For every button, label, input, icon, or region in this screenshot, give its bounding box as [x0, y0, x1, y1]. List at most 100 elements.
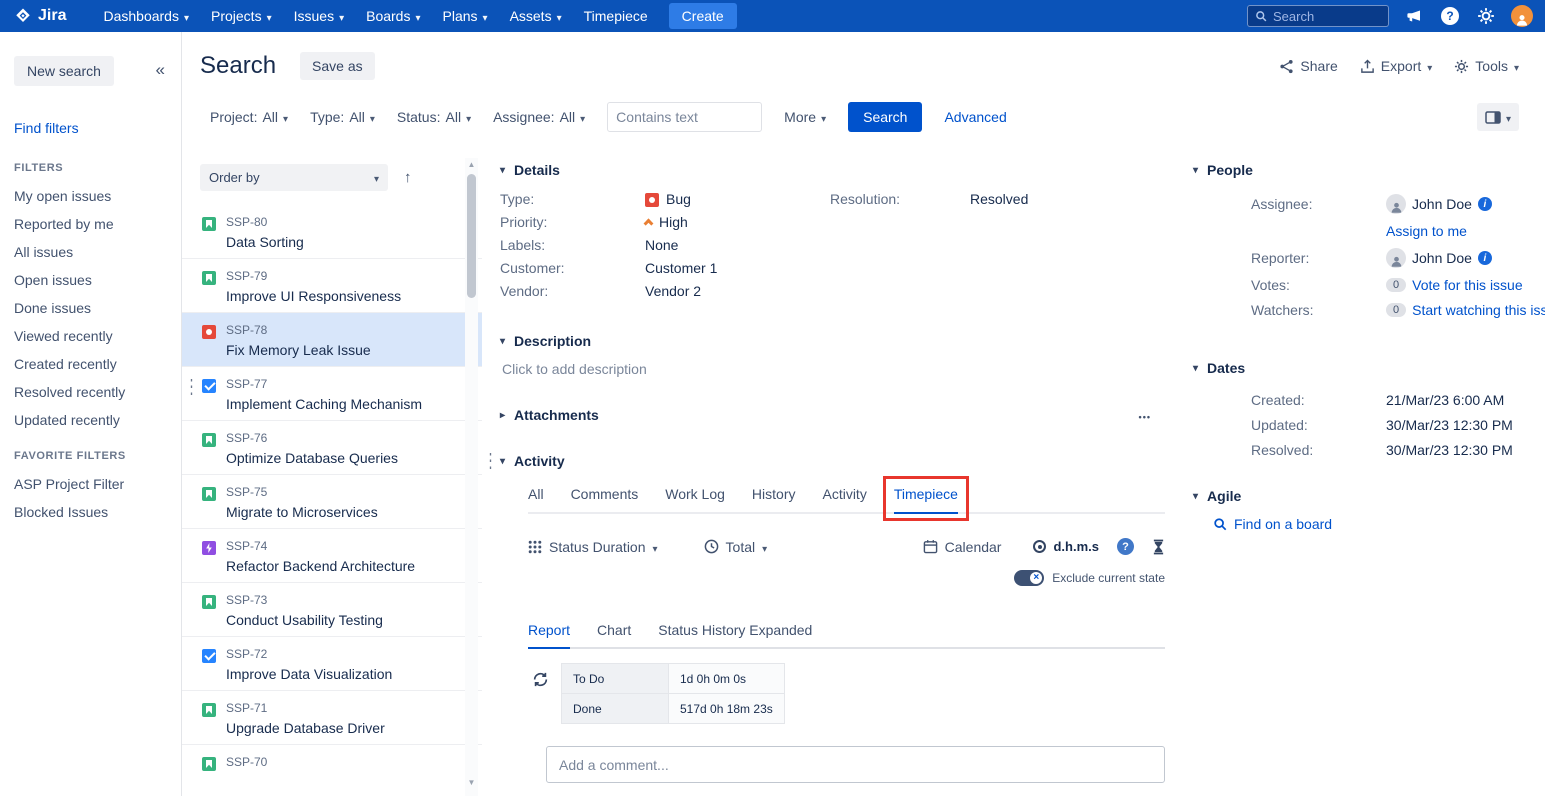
scroll-down-icon[interactable]: ▼: [465, 776, 478, 790]
reporter-name[interactable]: John Doe: [1412, 250, 1472, 266]
type-filter-dropdown[interactable]: Type: All: [310, 109, 375, 125]
total-dropdown[interactable]: Total: [704, 539, 768, 555]
issue-row-ssp-77[interactable]: SSP-77 Implement Caching Mechanism: [182, 367, 482, 421]
drag-handle-icon[interactable]: [484, 449, 497, 473]
sidebar-item-created-recently[interactable]: Created recently: [14, 350, 181, 378]
status-duration-dropdown[interactable]: Status Duration: [528, 539, 658, 555]
issue-row-ssp-72[interactable]: SSP-72 Improve Data Visualization: [182, 637, 482, 691]
sidebar-item-reported-by-me[interactable]: Reported by me: [14, 210, 181, 238]
details-section-header[interactable]: Details: [500, 162, 1165, 178]
drag-handle-icon[interactable]: [185, 375, 198, 399]
view-switcher-button[interactable]: [1477, 103, 1519, 131]
new-search-button[interactable]: New search: [14, 56, 114, 86]
issue-row-ssp-76[interactable]: SSP-76 Optimize Database Queries: [182, 421, 482, 475]
issue-summary: Improve UI Responsiveness: [226, 288, 401, 304]
people-section-header[interactable]: People: [1193, 162, 1545, 178]
announcements-button[interactable]: [1403, 5, 1425, 27]
refresh-icon[interactable]: [532, 671, 549, 688]
people-heading: People: [1207, 162, 1253, 178]
tab-all[interactable]: All: [528, 486, 544, 514]
nav-assets[interactable]: Assets: [499, 0, 573, 32]
comment-input[interactable]: Add a comment...: [546, 746, 1165, 783]
assignee-filter-dropdown[interactable]: Assignee: All: [493, 109, 585, 125]
tab-status-history-expanded[interactable]: Status History Expanded: [658, 622, 812, 649]
assignee-name[interactable]: John Doe: [1412, 196, 1472, 212]
save-as-button[interactable]: Save as: [300, 52, 375, 80]
advanced-search-link[interactable]: Advanced: [944, 109, 1006, 125]
project-filter-dropdown[interactable]: Project: All: [210, 109, 288, 125]
hourglass-icon[interactable]: [1152, 539, 1165, 555]
order-by-dropdown[interactable]: Order by: [200, 164, 388, 191]
tab-timepiece[interactable]: Timepiece: [894, 486, 958, 514]
activity-section-header[interactable]: Activity: [500, 453, 1165, 469]
watch-link[interactable]: Start watching this issue: [1412, 302, 1545, 318]
settings-button[interactable]: [1475, 5, 1497, 27]
nav-plans[interactable]: Plans: [432, 0, 499, 32]
vote-link[interactable]: Vote for this issue: [1412, 277, 1523, 293]
sidebar-item-open-issues[interactable]: Open issues: [14, 266, 181, 294]
nav-timepiece[interactable]: Timepiece: [573, 0, 659, 32]
sidebar-item-done-issues[interactable]: Done issues: [14, 294, 181, 322]
calendar-button[interactable]: Calendar: [923, 539, 1002, 555]
tab-chart[interactable]: Chart: [597, 622, 631, 649]
more-actions-icon[interactable]: [1139, 407, 1151, 423]
tab-work-log[interactable]: Work Log: [665, 486, 725, 514]
nav-projects[interactable]: Projects: [200, 0, 283, 32]
scroll-up-icon[interactable]: ▲: [465, 158, 478, 172]
sidebar-item-all-issues[interactable]: All issues: [14, 238, 181, 266]
scrollbar-thumb[interactable]: [467, 174, 476, 298]
issue-row-ssp-80[interactable]: SSP-80 Data Sorting: [182, 205, 482, 259]
description-section-header[interactable]: Description: [500, 333, 1165, 349]
sidebar-item-my-open-issues[interactable]: My open issues: [14, 182, 181, 210]
export-button[interactable]: Export: [1360, 58, 1433, 74]
issue-row-ssp-71[interactable]: SSP-71 Upgrade Database Driver: [182, 691, 482, 745]
tab-report[interactable]: Report: [528, 622, 570, 649]
issue-list-scrollbar[interactable]: ▲ ▼: [465, 158, 478, 796]
create-button[interactable]: Create: [669, 3, 737, 29]
find-filters-link[interactable]: Find filters: [14, 120, 181, 136]
assign-to-me-link[interactable]: Assign to me: [1386, 223, 1467, 239]
issue-key: SSP-80: [226, 215, 304, 229]
find-on-board-link[interactable]: Find on a board: [1234, 516, 1332, 532]
global-search-input[interactable]: [1273, 9, 1373, 24]
attachments-section-header[interactable]: Attachments: [500, 407, 599, 423]
find-on-board-row: Find on a board: [1213, 516, 1545, 532]
timepiece-help-icon[interactable]: ?: [1117, 538, 1134, 555]
nav-issues[interactable]: Issues: [283, 0, 356, 32]
sort-direction-button[interactable]: [404, 169, 412, 186]
nav-boards[interactable]: Boards: [355, 0, 431, 32]
tab-comments[interactable]: Comments: [571, 486, 639, 514]
jira-logo[interactable]: Jira: [14, 7, 66, 25]
share-button[interactable]: Share: [1279, 58, 1337, 74]
tab-history[interactable]: History: [752, 486, 796, 514]
user-avatar[interactable]: [1511, 5, 1533, 27]
sidebar-item-resolved-recently[interactable]: Resolved recently: [14, 378, 181, 406]
collapse-sidebar-icon[interactable]: [156, 60, 165, 80]
tools-button[interactable]: Tools: [1454, 58, 1519, 74]
sidebar-item-blocked-issues[interactable]: Blocked Issues: [14, 498, 181, 526]
nav-dashboards[interactable]: Dashboards: [92, 0, 200, 32]
global-search[interactable]: [1247, 5, 1389, 27]
tab-activity[interactable]: Activity: [822, 486, 866, 514]
agile-section-header[interactable]: Agile: [1193, 488, 1545, 504]
info-icon[interactable]: i: [1478, 251, 1492, 265]
issue-row-ssp-70[interactable]: SSP-70: [182, 745, 482, 796]
more-filters-dropdown[interactable]: More: [784, 109, 826, 125]
issue-row-ssp-78-selected[interactable]: SSP-78 Fix Memory Leak Issue: [182, 313, 482, 367]
issue-row-ssp-79[interactable]: SSP-79 Improve UI Responsiveness: [182, 259, 482, 313]
duration-format-toggle[interactable]: d.h.m.s: [1033, 539, 1099, 554]
exclude-current-state-toggle[interactable]: [1014, 570, 1044, 586]
issue-row-ssp-74[interactable]: SSP-74 Refactor Backend Architecture: [182, 529, 482, 583]
sidebar-item-viewed-recently[interactable]: Viewed recently: [14, 322, 181, 350]
description-placeholder[interactable]: Click to add description: [502, 361, 1165, 377]
sidebar-item-asp-project-filter[interactable]: ASP Project Filter: [14, 470, 181, 498]
info-icon[interactable]: i: [1478, 197, 1492, 211]
dates-section-header[interactable]: Dates: [1193, 360, 1545, 376]
issue-row-ssp-75[interactable]: SSP-75 Migrate to Microservices: [182, 475, 482, 529]
contains-text-input[interactable]: [607, 102, 762, 132]
sidebar-item-updated-recently[interactable]: Updated recently: [14, 406, 181, 434]
status-filter-dropdown[interactable]: Status: All: [397, 109, 471, 125]
help-button[interactable]: ?: [1439, 5, 1461, 27]
issue-row-ssp-73[interactable]: SSP-73 Conduct Usability Testing: [182, 583, 482, 637]
search-button[interactable]: Search: [848, 102, 922, 132]
